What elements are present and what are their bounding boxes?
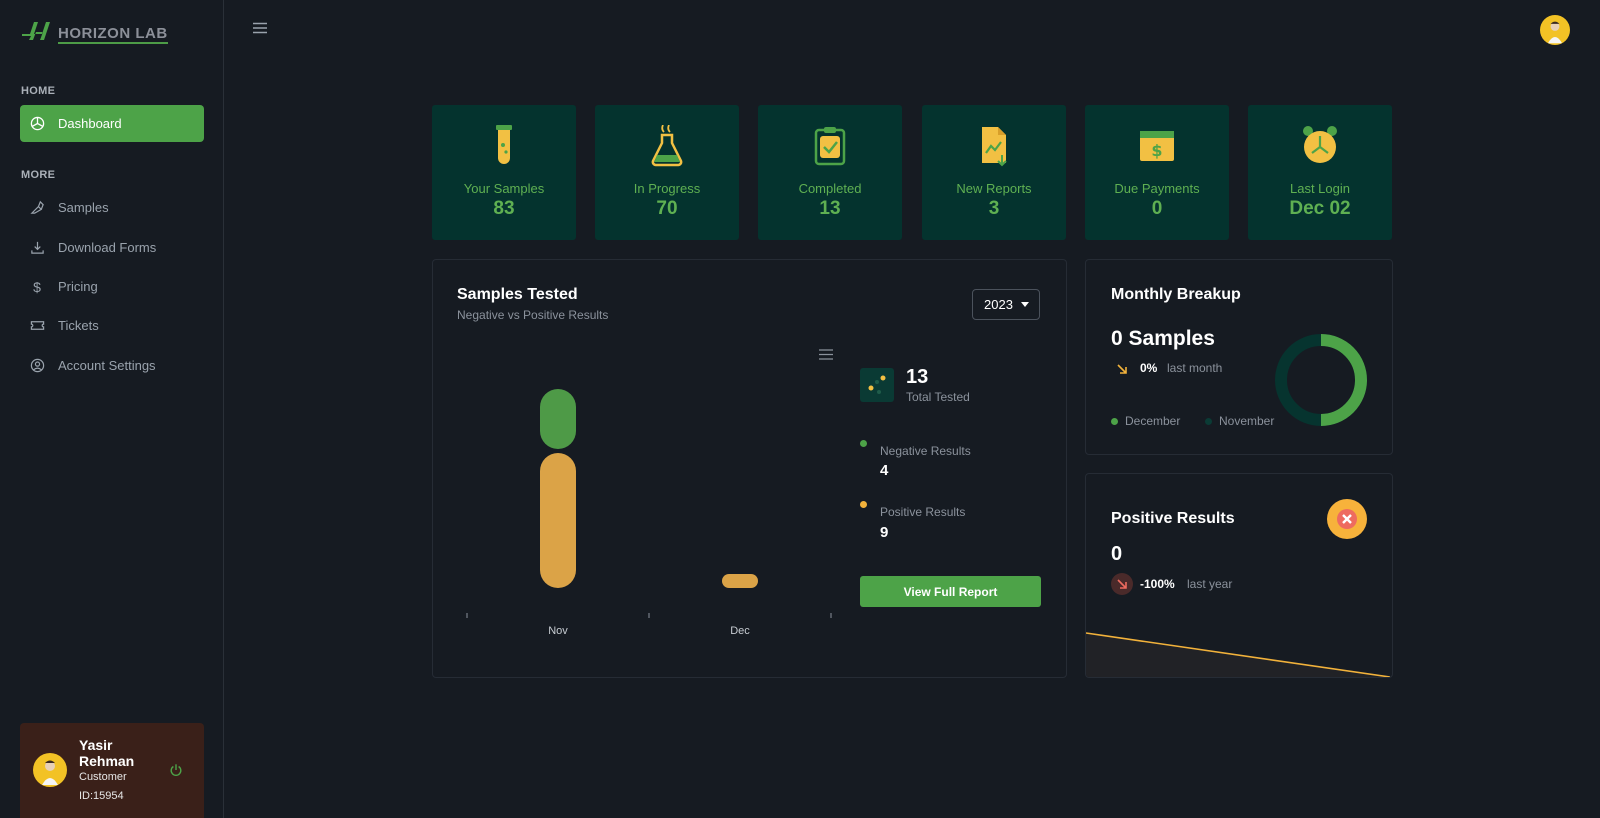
monthly-breakup-pct: 0% — [1140, 361, 1158, 375]
sidebar-item-account-settings[interactable]: Account Settings — [20, 347, 204, 384]
stat-card-new-reports[interactable]: New Reports 3 — [922, 105, 1066, 240]
negative-legend-dot — [860, 440, 867, 447]
view-full-report-button[interactable]: View Full Report — [860, 576, 1041, 607]
stat-value: 13 — [819, 198, 841, 219]
clipboard-check-icon — [814, 127, 846, 166]
total-tested-label: Total Tested — [906, 390, 970, 404]
chevron-down-icon — [1020, 302, 1029, 307]
user-id: ID:15954 — [79, 790, 124, 802]
sidebar-item-label: Dashboard — [58, 116, 122, 131]
report-icon — [982, 127, 1007, 167]
positive-results-icon — [1327, 499, 1367, 539]
logo-mark-icon — [22, 22, 50, 40]
year-select[interactable]: 2023 — [972, 289, 1040, 320]
stat-value: 0 — [1151, 198, 1163, 219]
sidebar-item-dashboard[interactable]: Dashboard — [20, 105, 204, 142]
ticket-icon — [29, 318, 45, 334]
close-icon — [1337, 509, 1357, 529]
november-legend-dot — [1205, 418, 1212, 425]
payment-icon: $ — [1140, 131, 1174, 161]
account-icon — [29, 358, 45, 374]
positive-results-title: Positive Results — [1111, 510, 1235, 527]
bar-nov-series-1[interactable] — [540, 389, 576, 449]
stat-label: Your Samples — [463, 181, 545, 196]
stat-card-your-samples[interactable]: Your Samples 83 — [432, 105, 576, 240]
chart-menu-icon[interactable] — [819, 349, 833, 360]
user-card: Yasir Rehman Customer ID:15954 — [20, 723, 204, 818]
hamburger-menu-icon[interactable] — [253, 22, 267, 34]
sidebar-item-label: Account Settings — [58, 358, 156, 373]
positive-results-pct: -100% — [1140, 577, 1175, 591]
dashboard-icon — [29, 116, 45, 132]
sidebar-item-tickets[interactable]: Tickets — [20, 307, 204, 344]
november-legend-label: November — [1219, 414, 1275, 428]
flask-icon — [651, 125, 683, 167]
negative-results-value: 4 — [880, 462, 889, 479]
power-icon[interactable] — [169, 763, 183, 777]
brand-name: HORIZON LAB — [58, 25, 168, 44]
year-select-value: 2023 — [984, 297, 1013, 312]
arrow-down-right-icon — [1117, 364, 1127, 374]
total-tested-icon — [860, 368, 894, 402]
monthly-breakup-title: Monthly Breakup — [1111, 286, 1241, 303]
x-tick-label: Nov — [548, 625, 568, 637]
user-name: Yasir Rehman — [79, 737, 135, 769]
sidebar-item-label: Tickets — [58, 318, 99, 333]
positive-legend-dot — [860, 501, 867, 508]
samples-tested-title: Samples Tested — [457, 286, 578, 303]
dollar-icon: $ — [33, 278, 41, 295]
positive-results-period: last year — [1187, 577, 1233, 591]
top-avatar[interactable] — [1540, 15, 1570, 45]
section-more: MORE — [21, 169, 56, 181]
positive-results-value: 0 — [1111, 543, 1123, 565]
samples-tested-subtitle: Negative vs Positive Results — [457, 308, 609, 322]
stat-card-last-login[interactable]: Last Login Dec 02 — [1248, 105, 1392, 240]
stat-card-in-progress[interactable]: In Progress 70 — [595, 105, 739, 240]
svg-text:$: $ — [1151, 141, 1162, 160]
stat-label: Last Login — [1290, 181, 1350, 196]
positive-trend-sparkline — [1086, 632, 1391, 677]
december-legend-dot — [1111, 418, 1118, 425]
sidebar: HORIZON LAB HOME Dashboard MORE Samples … — [0, 0, 224, 818]
stat-value: 3 — [988, 198, 1000, 219]
sidebar-item-download-forms[interactable]: Download Forms — [20, 229, 204, 266]
user-role: Customer — [79, 771, 127, 783]
stat-card-completed[interactable]: Completed 13 — [758, 105, 902, 240]
stat-label: In Progress — [633, 181, 701, 196]
monthly-breakup-value: 0 Samples — [1111, 327, 1215, 350]
sidebar-item-pricing[interactable]: $ Pricing — [20, 268, 204, 305]
stat-card-due-payments[interactable]: $ Due Payments 0 — [1085, 105, 1229, 240]
brand-logo[interactable]: HORIZON LAB — [20, 14, 168, 44]
alarm-clock-icon — [1303, 126, 1337, 163]
sidebar-item-label: Pricing — [58, 279, 98, 294]
monthly-donut-chart — [1275, 334, 1367, 426]
bar-nov-series-0[interactable] — [540, 453, 576, 588]
stat-value: 83 — [493, 198, 515, 219]
negative-results-label: Negative Results — [880, 444, 971, 458]
test-tube-icon — [496, 125, 512, 164]
monthly-breakup-period: last month — [1167, 361, 1223, 375]
section-home: HOME — [21, 85, 56, 97]
stat-label: Due Payments — [1114, 181, 1200, 196]
sidebar-item-label: Samples — [58, 200, 109, 215]
samples-bar-chart: Nov Dec — [466, 389, 832, 637]
stat-label: Completed — [798, 181, 862, 196]
december-legend-label: December — [1125, 414, 1181, 428]
sidebar-item-label: Download Forms — [58, 240, 157, 255]
sidebar-item-samples[interactable]: Samples — [20, 189, 204, 226]
positive-results-value: 9 — [880, 524, 889, 541]
stat-value: Dec 02 — [1289, 198, 1351, 219]
total-tested-value: 13 — [906, 366, 929, 388]
samples-icon — [29, 200, 45, 216]
bar-dec-series-0[interactable] — [722, 574, 758, 588]
x-tick-label: Dec — [730, 625, 750, 637]
avatar[interactable] — [33, 753, 67, 787]
stat-label: New Reports — [956, 181, 1032, 196]
positive-results-label: Positive Results — [880, 505, 966, 519]
download-icon — [29, 240, 45, 256]
arrow-down-right-icon — [1111, 573, 1133, 595]
stat-value: 70 — [656, 198, 678, 219]
